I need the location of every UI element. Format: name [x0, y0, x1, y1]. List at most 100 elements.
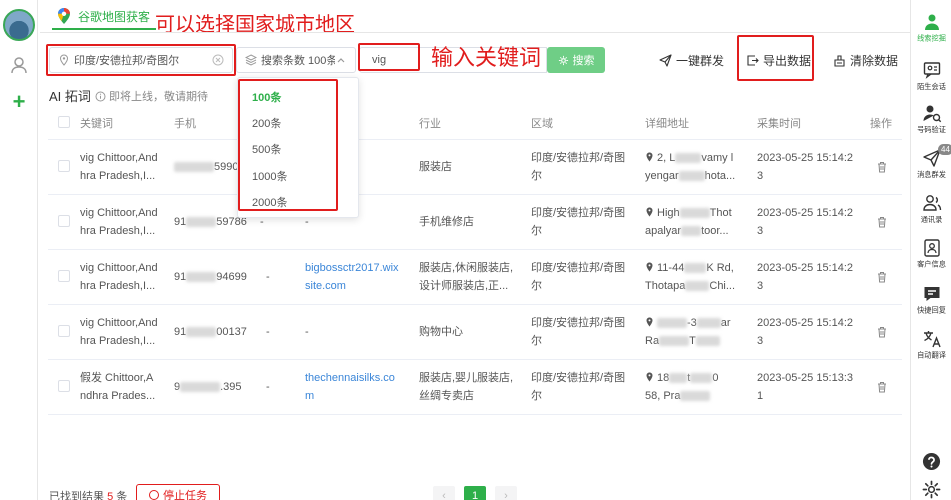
trash-icon[interactable] [876, 271, 888, 283]
count-dropdown: 100条 200条 500条 1000条 2000条 [237, 77, 359, 218]
dropdown-option-100[interactable]: 100条 [252, 89, 281, 105]
website-link[interactable]: thechennaisilks.co m [305, 369, 395, 405]
export-button[interactable]: 导出数据 [746, 51, 811, 69]
stranger-chat-icon [923, 62, 940, 79]
region-cell: 印度/安德拉邦/奇图尔 [531, 372, 626, 402]
table-row[interactable]: vig Chittoor,And hra Pradesh,I... 91 00137… [48, 305, 902, 360]
map-pin-icon [59, 54, 69, 66]
address-cell: High Thot apalyar toor... [645, 207, 732, 237]
export-label: 导出数据 [763, 53, 812, 68]
stop-task-button[interactable]: 停止任务 [136, 484, 220, 500]
keyword-cell: vig Chittoor,And hra Pradesh,I... [80, 152, 158, 182]
header-industry[interactable]: 行业 [419, 115, 441, 131]
header-region[interactable]: 区域 [531, 115, 553, 131]
phone-cell: 91 94699 [174, 271, 247, 283]
ai-hint-text: 即将上线，敬请期待 [109, 91, 208, 103]
next-page-button[interactable]: › [495, 486, 517, 500]
dropdown-option-1000[interactable]: 1000条 [252, 168, 287, 184]
time-cell: 2023-05-25 15:14:2 3 [757, 262, 854, 292]
rail-item-number-verify[interactable]: 号码验证 [911, 103, 951, 135]
count-select[interactable]: 搜索条数 100条 [236, 47, 356, 73]
help-icon[interactable] [922, 452, 941, 471]
table-row[interactable]: vig Chittoor,And hra Pradesh,I... 91 59786… [48, 195, 902, 250]
broadcast-button[interactable]: 一键群发 [659, 51, 724, 69]
header-phone[interactable]: 手机 [174, 115, 196, 131]
tab-google-maps[interactable]: 谷歌地图获客 [52, 4, 157, 30]
clear-data-icon [834, 54, 845, 67]
search-label: 搜索 [572, 55, 595, 67]
broadcast-label: 一键群发 [676, 53, 725, 68]
website-link[interactable]: bigbossctr2017.wix site.com [305, 259, 399, 295]
table-row[interactable]: vig Chittoor,And hra Pradesh,I... 5990 服装… [48, 140, 902, 195]
phone-cell: 91 59786 [174, 216, 247, 228]
time-cell: 2023-05-25 15:14:2 3 [757, 317, 854, 347]
keyword-cell: vig Chittoor,And hra Pradesh,I... [80, 262, 158, 292]
region-cell: 印度/安德拉邦/奇图尔 [531, 152, 626, 182]
translate-icon [923, 331, 941, 348]
count-value: 搜索条数 100条 [261, 55, 335, 67]
lead-mining-icon [924, 14, 939, 30]
ai-hint: 即将上线，敬请期待 [95, 88, 208, 104]
industry-cell: 服装店 [419, 161, 452, 173]
rail-item-lead-mining[interactable]: 线索挖掘 [911, 12, 951, 44]
email-cell: - [266, 326, 270, 338]
table-row[interactable]: vig Chittoor,And hra Pradesh,I... 91 94699… [48, 250, 902, 305]
website-cell: - [305, 326, 309, 338]
dropdown-option-2000[interactable]: 2000条 [252, 194, 287, 210]
page-1-button[interactable]: 1 [464, 486, 486, 500]
dropdown-option-200[interactable]: 200条 [252, 115, 281, 131]
ai-title: AI 拓词 [49, 89, 91, 104]
search-icon [558, 55, 568, 65]
address-cell: -3 ar Ra T [645, 317, 731, 347]
region-select[interactable]: 印度/安德拉邦/奇图尔 [49, 47, 233, 73]
email-cell: - [266, 271, 270, 283]
customer-info-icon [923, 239, 940, 257]
trash-icon[interactable] [876, 216, 888, 228]
rail-item-auto-translate[interactable]: 自动翻译 [911, 329, 951, 361]
industry-cell: 服装店,休闲服装店, 设计师服装店,正... [419, 262, 514, 292]
header-address[interactable]: 详细地址 [645, 115, 689, 131]
result-count: 已找到结果 5 条 [49, 491, 128, 500]
header-keyword[interactable]: 关键词 [80, 115, 113, 131]
location-icon [646, 317, 653, 327]
industry-cell: 购物中心 [419, 326, 463, 338]
trash-icon[interactable] [876, 381, 888, 393]
region-value: 印度/安德拉邦/奇图尔 [74, 55, 180, 67]
row-checkbox[interactable] [58, 380, 70, 392]
avatar[interactable] [3, 9, 35, 41]
clear-icon[interactable] [212, 54, 224, 66]
row-checkbox[interactable] [58, 160, 70, 172]
clear-data-button[interactable]: 清除数据 [833, 51, 898, 69]
trash-icon[interactable] [876, 161, 888, 173]
contacts-icon [922, 195, 941, 211]
keyword-annotation: 输入关键词 [431, 45, 542, 70]
dropdown-option-500[interactable]: 500条 [252, 141, 281, 157]
phone-cell: 9.395 [174, 381, 242, 393]
rail-item-stranger-chat[interactable]: 陌生会话 [911, 60, 951, 92]
quick-reply-icon [924, 287, 939, 301]
phone-cell: 91 00137 [174, 326, 247, 338]
rail-item-customer-info[interactable]: 客户信息 [911, 238, 951, 270]
settings-icon[interactable] [922, 480, 941, 499]
trash-icon[interactable] [876, 326, 888, 338]
stop-task-label: 停止任务 [163, 490, 207, 500]
time-cell: 2023-05-25 15:14:2 3 [757, 152, 854, 182]
row-checkbox[interactable] [58, 270, 70, 282]
user-icon[interactable] [9, 55, 29, 75]
rail-item-quick-reply[interactable]: 快捷回复 [911, 284, 951, 316]
header-time[interactable]: 采集时间 [757, 115, 801, 131]
phone-cell: 5990 [174, 158, 238, 176]
add-account-icon[interactable]: + [9, 91, 29, 113]
rail-item-contacts[interactable]: 通讯录 [911, 193, 951, 225]
table-row[interactable]: 假发 Chittoor,A ndhra Prades... 9.395 - the… [48, 360, 902, 415]
rail-item-broadcast[interactable]: 44 消息群发 [911, 144, 951, 180]
location-icon [646, 152, 653, 162]
select-all-checkbox[interactable] [58, 116, 70, 128]
row-checkbox[interactable] [58, 215, 70, 227]
broadcast-badge: 44 [938, 144, 951, 155]
address-cell: 2, Lvamy l yengar hota... [645, 152, 736, 182]
row-checkbox[interactable] [58, 325, 70, 337]
search-button[interactable]: 搜索 [547, 47, 605, 73]
prev-page-button[interactable]: ‹ [433, 486, 455, 500]
region-cell: 印度/安德拉邦/奇图尔 [531, 207, 626, 237]
